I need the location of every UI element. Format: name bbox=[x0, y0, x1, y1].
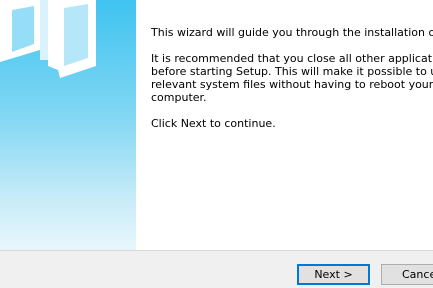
recommendation-text: It is recommended that you close all oth… bbox=[151, 52, 433, 104]
box-panel-left-shade bbox=[12, 6, 34, 52]
recommendation-line: It is recommended that you close all oth… bbox=[151, 52, 433, 65]
welcome-text: This wizard will guide you through the i… bbox=[151, 26, 433, 143]
recommendation-line: relevant system files without having to … bbox=[151, 78, 433, 91]
next-button[interactable]: Next > bbox=[297, 264, 370, 285]
box-panel-right-shade bbox=[64, 4, 88, 66]
continue-text: Click Next to continue. bbox=[151, 117, 276, 130]
recommendation-line: computer. bbox=[151, 91, 207, 104]
installer-box-graphic bbox=[0, 0, 96, 78]
intro-text: This wizard will guide you through the i… bbox=[151, 26, 433, 39]
box-panel-spine bbox=[40, 0, 48, 60]
wizard-sidebar-banner bbox=[0, 0, 136, 250]
recommendation-line: before starting Setup. This will make it… bbox=[151, 65, 433, 78]
cancel-button[interactable]: Cancel bbox=[381, 264, 433, 285]
wizard-content-pane: This wizard will guide you through the i… bbox=[136, 0, 433, 250]
